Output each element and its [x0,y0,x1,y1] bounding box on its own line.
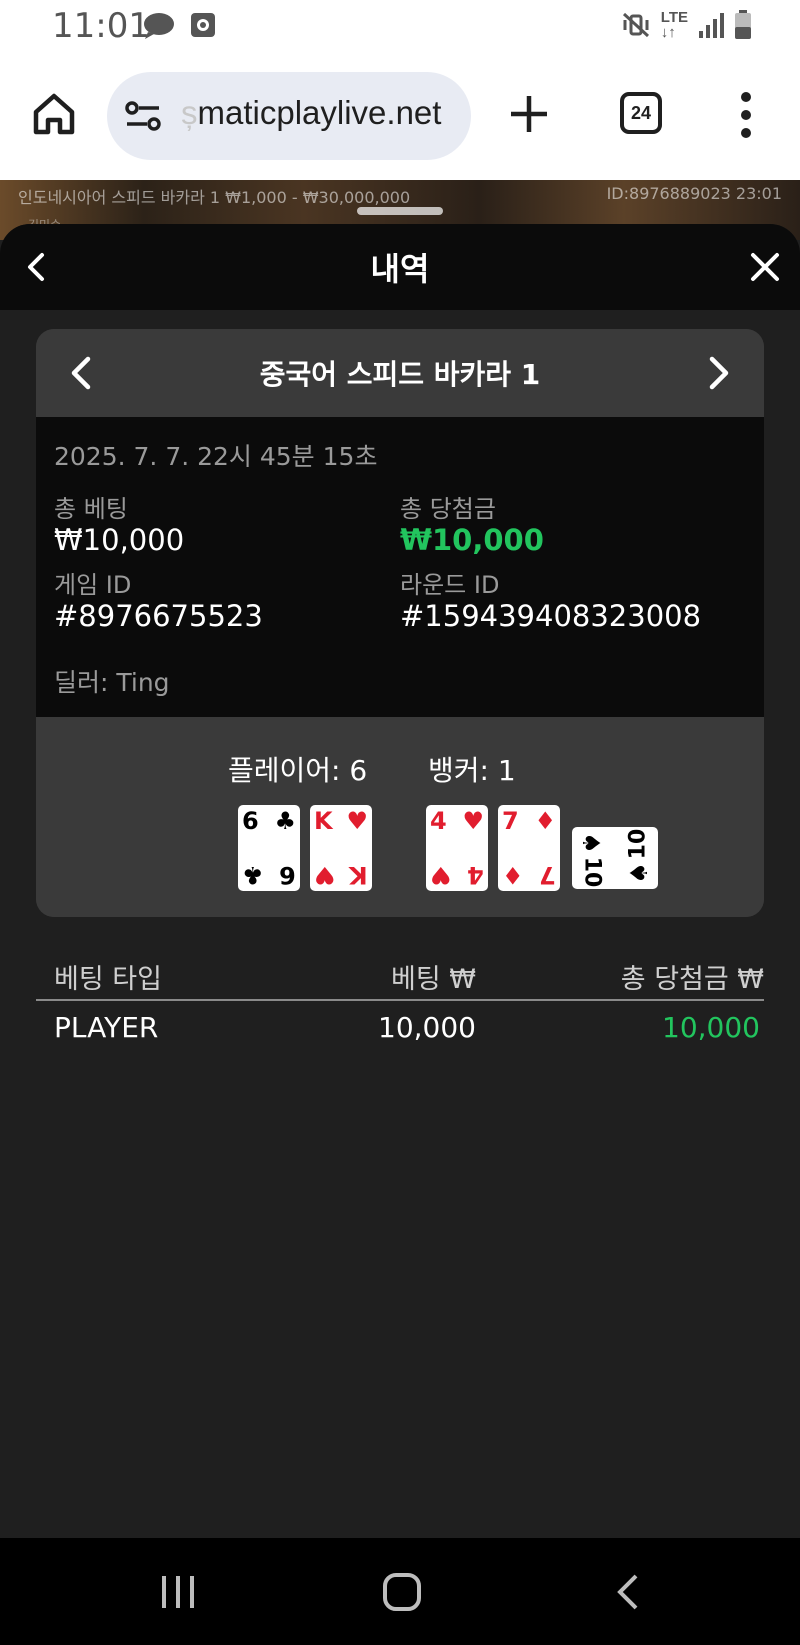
bet-amount-cell: 10,000 [378,1011,476,1044]
home-icon[interactable] [30,90,78,138]
game-id-label: 게임 ID [54,571,132,599]
round-card: 중국어 스피드 바카라 1 2025. 7. 7. 22시 45분 15초 총 … [36,329,764,917]
card-rank: K [314,807,333,835]
banker-card-3: 10 ♠ 10 ♠ [572,827,658,889]
round-id-value: #159439408323008 [400,599,702,633]
card-suit-mirror: ♠ [625,862,654,884]
round-date: 2025. 7. 7. 22시 45분 15초 [54,442,378,471]
card-suit-mirror: ♥ [314,861,336,889]
card-suit: ♥ [462,807,484,835]
url-domain: maticplaylive.net [197,94,442,131]
history-sheet: 내역 중국어 스피드 바카라 1 2025. 7. 7. 22시 45분 15초… [0,224,800,1538]
cloud-icon [144,13,174,39]
card-rank-mirror: 4 [467,861,484,889]
home-button-icon[interactable] [382,1572,422,1612]
card-rank: 4 [430,807,447,835]
game-id-value: #8976675523 [54,599,263,633]
sheet-drag-handle[interactable] [357,207,443,215]
banker-score: 뱅커: 1 [428,754,516,787]
sheet-header: 내역 [0,224,800,310]
battery-icon [735,10,751,39]
back-icon[interactable] [612,1572,642,1612]
total-win-value: ₩10,000 [400,523,544,557]
bet-type-cell: PLAYER [54,1011,159,1044]
background-table-info: 인도네시아어 스피드 바카라 1 ₩1,000 - ₩30,000,000 [18,188,411,207]
card-suit-mirror: ♦ [502,861,524,889]
bet-type-header: 베팅 타입 [54,964,162,995]
url-faded: ș [181,94,198,131]
url-text[interactable]: șmaticplaylive.net [181,94,465,132]
card-rank-mirror: 7 [539,861,556,889]
card-suit: ♠ [576,832,605,854]
background-id-time: ID:8976889023 23:01 [606,184,782,203]
recent-apps-icon[interactable] [158,1572,198,1612]
total-bet-value: ₩10,000 [54,523,185,557]
system-nav-bar [0,1538,800,1645]
card-rank-mirror: 10 [625,828,651,860]
round-id-label: 라운드 ID [400,571,500,599]
mute-vibrate-icon [622,12,649,38]
tab-switcher-button[interactable]: 24 [620,92,662,134]
player-score: 플레이어: 6 [228,754,368,787]
card-suit-mirror: ♥ [430,861,452,889]
card-rank: 6 [242,807,259,835]
card-rank-mirror: K [349,861,368,889]
banker-card-1: 4 ♥ ♥ 4 [426,805,488,891]
status-bar: 11:01 LTE ↓↑ [0,0,800,56]
browser-toolbar: șmaticplaylive.net 24 [0,56,800,180]
status-time: 11:01 [52,6,150,46]
total-bet-label: 총 베팅 [54,495,128,523]
url-bar[interactable]: șmaticplaylive.net [107,72,471,160]
more-vert-icon[interactable] [738,90,754,140]
card-suit: ♣ [274,807,296,835]
signal-icon [699,13,724,38]
round-navigation: 중국어 스피드 바카라 1 [36,329,764,417]
total-win-label: 총 당첨금 [400,495,496,523]
player-card-2: K ♥ ♥ K [310,805,372,891]
game-name: 중국어 스피드 바카라 1 [259,358,541,391]
bet-table-header: 베팅 타입 베팅 ₩ 총 당첨금 ₩ [36,957,764,1001]
card-suit: ♦ [534,807,556,835]
status-icons-right: LTE ↓↑ [621,10,752,40]
dealer-name: 딜러: Ting [54,668,170,697]
card-suit: ♥ [346,807,368,835]
bet-amount-header: 베팅 ₩ [391,964,476,995]
player-card-1: 6 ♣ ♣ 6 [238,805,300,891]
lte-icon: LTE ↓↑ [661,10,688,40]
recorder-icon [191,13,215,37]
next-round-icon[interactable] [702,355,734,391]
cards-area: 플레이어: 6 뱅커: 1 6 ♣ ♣ 6 K ♥ ♥ K 4 ♥ ♥ 4 7 … [36,717,764,917]
card-suit-mirror: ♣ [242,861,264,889]
win-amount-header: 총 당첨금 ₩ [620,964,764,995]
status-icons-left [142,10,216,40]
site-settings-icon[interactable] [125,100,161,132]
card-rank: 10 [579,856,605,888]
round-details: 2025. 7. 7. 22시 45분 15초 총 베팅 ₩10,000 총 당… [36,417,764,717]
plus-icon[interactable] [507,92,551,136]
banker-card-2: 7 ♦ ♦ 7 [498,805,560,891]
page-title: 내역 [370,250,430,288]
close-icon[interactable] [748,250,782,284]
win-amount-cell: 10,000 [662,1011,760,1044]
lte-arrows: ↓↑ [660,24,676,41]
card-rank-mirror: 6 [279,861,296,889]
table-row: PLAYER 10,000 10,000 [36,1005,764,1055]
card-rank: 7 [502,807,519,835]
